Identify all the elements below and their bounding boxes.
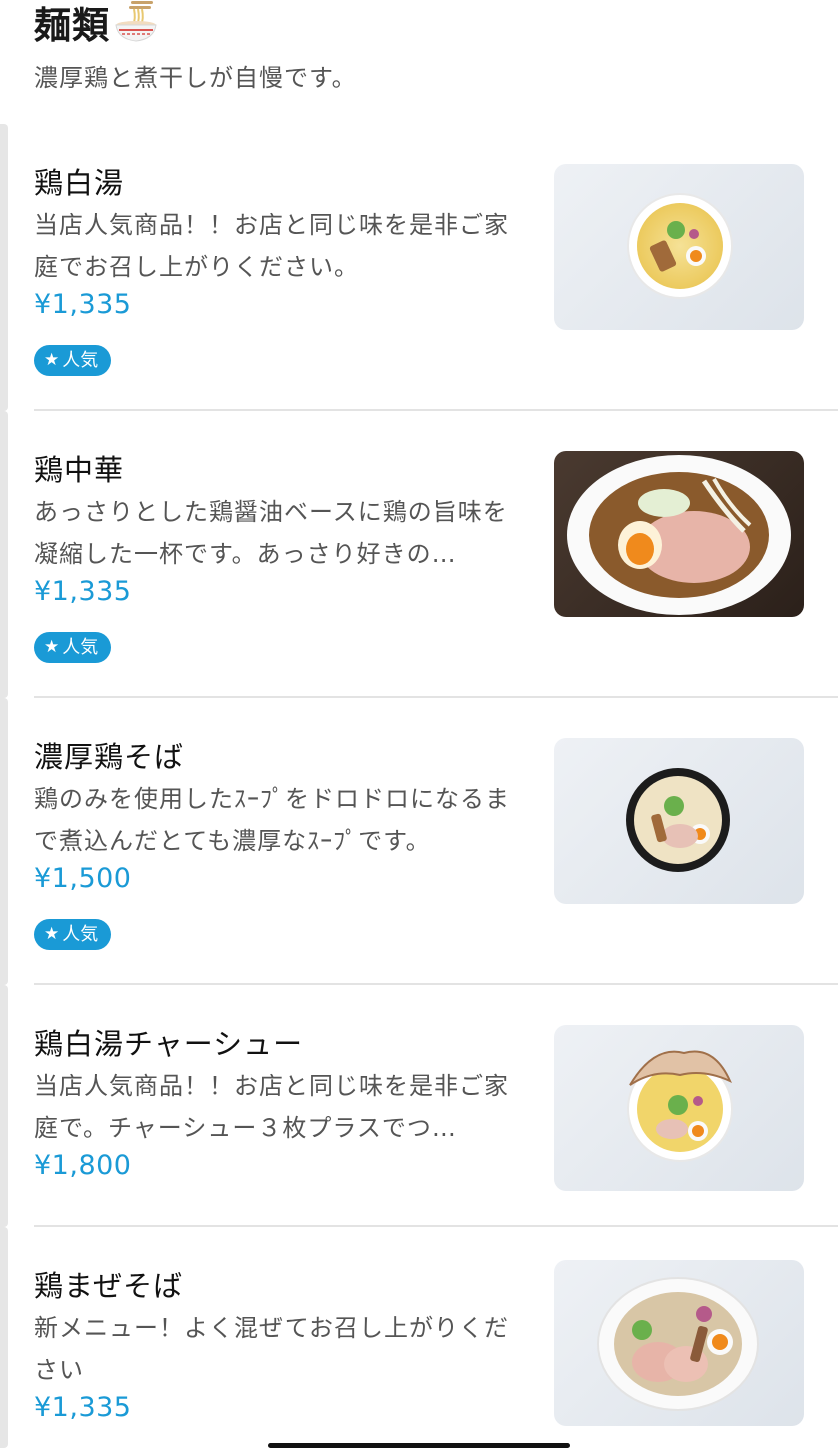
menu-item[interactable]: 濃厚鶏そば 鶏のみを使用したｽｰﾌﾟをドロドロになるまで煮込んだとても濃厚なｽｰ… [0,698,838,985]
popular-badge-label: 人気 [62,924,99,945]
item-accent-bar [0,985,8,1227]
ramen-bowl-icon [114,1,158,43]
item-description: 当店人気商品！！お店と同じ味を是非ご家庭でお召し上がりください。 [34,211,509,281]
item-price: ¥1,500 [34,863,132,894]
rich-chicken-soba-photo[interactable] [554,738,804,904]
item-price: ¥1,335 [34,289,132,320]
item-price: ¥1,335 [34,576,132,607]
chicken-shoyu-ramen-photo[interactable] [554,451,804,617]
item-price: ¥1,800 [34,1150,132,1181]
section-title: 麺類 [34,4,110,47]
item-description: 新メニュー！よく混ぜてお召し上がりください [34,1314,509,1384]
chicken-paitan-ramen-photo[interactable] [554,164,804,330]
item-accent-bar [0,698,8,985]
chicken-mazesoba-photo[interactable] [554,1260,804,1426]
item-accent-bar [0,1227,8,1448]
item-price: ¥1,335 [34,1392,132,1423]
section-subtitle: 濃厚鶏と煮干しが自慢です。 [34,64,357,92]
star-icon: ★ [44,924,60,944]
menu-item[interactable]: 鶏まぜそば 新メニュー！よく混ぜてお召し上がりください ¥1,335 [0,1227,838,1448]
popular-badge-label: 人気 [62,637,99,658]
item-description: 鶏のみを使用したｽｰﾌﾟをドロドロになるまで煮込んだとても濃厚なｽｰﾌﾟです。 [34,785,510,855]
item-name: 鶏白湯チャーシュー [34,1027,304,1061]
item-name: 鶏白湯 [34,166,125,200]
item-accent-bar [0,411,8,698]
chicken-paitan-chashu-ramen-photo[interactable] [554,1025,804,1191]
item-name: 鶏まぜそば [34,1269,184,1303]
star-icon: ★ [44,637,60,657]
menu-item[interactable]: 鶏白湯チャーシュー 当店人気商品！！お店と同じ味を是非ご家庭で。チャーシュー３枚… [0,985,838,1227]
section-header: 麺類 濃厚鶏と煮干しが自慢です。 [34,0,814,93]
home-indicator[interactable] [268,1443,570,1448]
popular-badge-label: 人気 [62,350,99,371]
menu-item[interactable]: 鶏中華 あっさりとした鶏醤油ベースに鶏の旨味を凝縮した一杯です。あっさり好きの…… [0,411,838,698]
item-accent-bar [0,124,8,411]
star-icon: ★ [44,350,60,370]
menu-item[interactable]: 鶏白湯 当店人気商品！！お店と同じ味を是非ご家庭でお召し上がりください。 ¥1,… [0,124,838,411]
item-description: 当店人気商品！！お店と同じ味を是非ご家庭で。チャーシュー３枚プラスでつ… [34,1072,509,1142]
popular-badge: ★ 人気 [34,632,112,663]
item-description: あっさりとした鶏醤油ベースに鶏の旨味を凝縮した一杯です。あっさり好きの… [34,498,508,568]
item-name: 濃厚鶏そば [34,740,185,774]
popular-badge: ★ 人気 [34,919,112,950]
popular-badge: ★ 人気 [34,345,112,376]
item-name: 鶏中華 [34,453,125,487]
